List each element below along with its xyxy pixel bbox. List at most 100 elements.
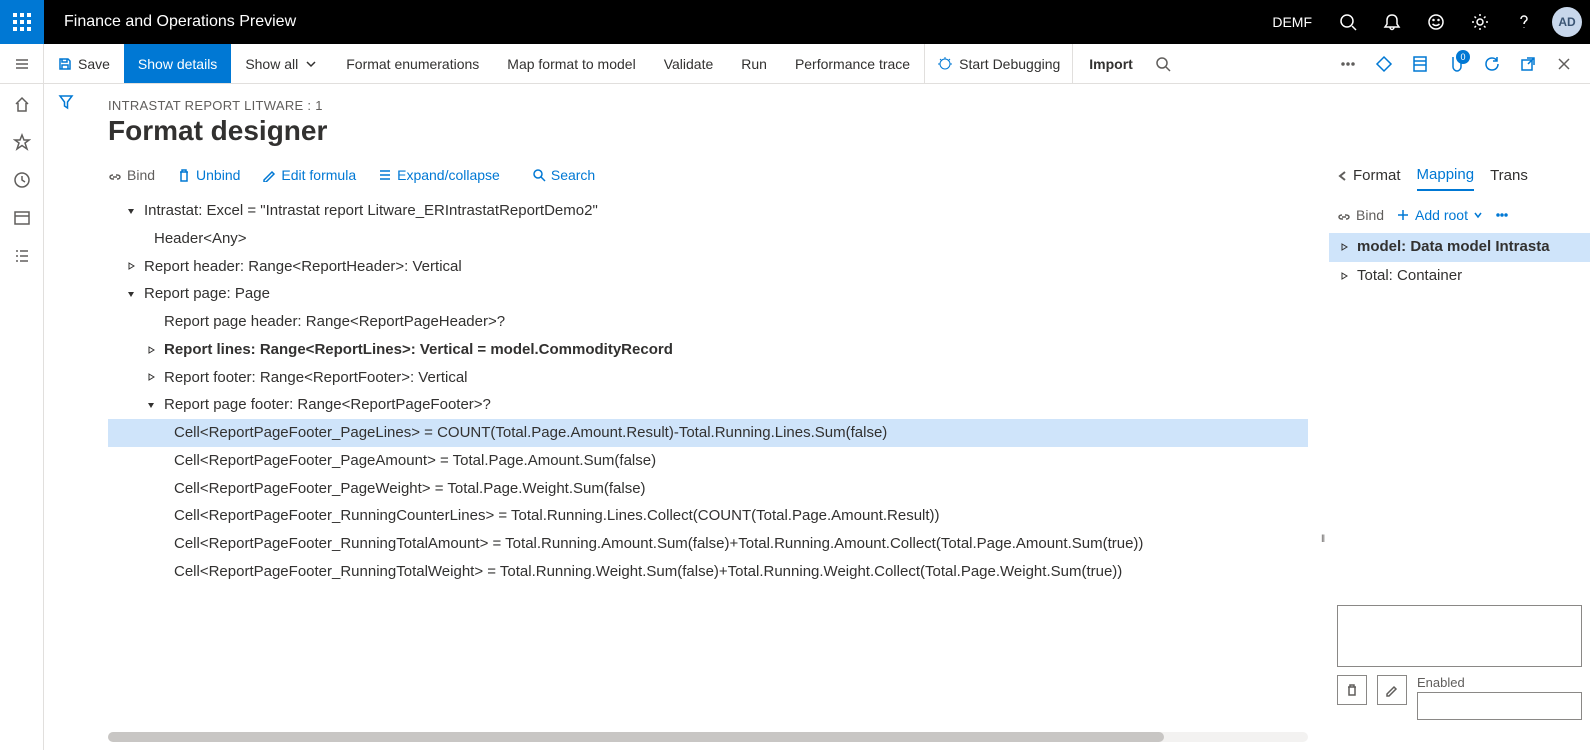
tree-node[interactable]: model: Data model Intrasta (1329, 233, 1590, 262)
run-button[interactable]: Run (727, 44, 781, 83)
list-icon (378, 168, 392, 182)
more-button[interactable] (1332, 44, 1364, 83)
search-command[interactable] (1149, 44, 1177, 83)
command-bar: Save Show details Show all Format enumer… (0, 44, 1590, 84)
user-avatar[interactable]: AD (1552, 7, 1582, 37)
panel-more-button[interactable] (1495, 208, 1509, 222)
resize-handle[interactable]: ‖ (1321, 534, 1326, 554)
formula-input[interactable] (1337, 605, 1582, 667)
caret-right-icon (1339, 242, 1349, 252)
start-debugging-button[interactable]: Start Debugging (924, 44, 1073, 83)
filter-pane-toggle[interactable] (44, 84, 88, 750)
enabled-input[interactable] (1417, 692, 1582, 720)
delete-button[interactable] (1337, 675, 1367, 705)
settings-button[interactable] (1460, 0, 1500, 44)
link-icon (108, 168, 122, 182)
map-format-button[interactable]: Map format to model (493, 44, 649, 83)
tree-node[interactable]: Report footer: Range<ReportFooter>: Vert… (108, 364, 1308, 392)
tree-node[interactable]: Report lines: Range<ReportLines>: Vertic… (108, 336, 1308, 364)
refresh-button[interactable] (1476, 44, 1508, 83)
tree-node[interactable]: Cell<ReportPageFooter_PageWeight> = Tota… (108, 475, 1308, 503)
bell-icon (1383, 13, 1401, 31)
tree-node[interactable]: Report page footer: Range<ReportPageFoot… (108, 391, 1308, 419)
tree-node[interactable]: Cell<ReportPageFooter_RunningTotalWeight… (108, 558, 1308, 586)
office-apps-button[interactable] (1368, 44, 1400, 83)
home-nav[interactable] (12, 94, 32, 114)
tab-mapping[interactable]: Mapping (1417, 166, 1475, 191)
panel-bind-button[interactable]: Bind (1337, 207, 1384, 223)
attachments-button[interactable]: 0 (1440, 44, 1472, 83)
hamburger-icon (14, 56, 30, 72)
save-button[interactable]: Save (44, 44, 124, 83)
show-all-button[interactable]: Show all (231, 44, 332, 83)
top-bar: Finance and Operations Preview DEMF AD (0, 0, 1590, 44)
close-button[interactable] (1548, 44, 1580, 83)
edit-button[interactable] (1377, 675, 1407, 705)
ellipsis-icon (1495, 208, 1509, 222)
link-icon (1337, 208, 1351, 222)
right-panel: Format Mapping Trans Bind Add root (1328, 84, 1590, 750)
left-nav-rail (0, 84, 44, 750)
diamond-icon (1375, 55, 1393, 73)
validate-button[interactable]: Validate (650, 44, 728, 83)
excel-button[interactable] (1404, 44, 1436, 83)
bind-button[interactable]: Bind (108, 167, 155, 183)
tree-node[interactable]: Total: Container (1329, 262, 1590, 291)
tree-node[interactable]: Header<Any> (108, 225, 1308, 253)
caret-down-icon (146, 400, 156, 410)
close-icon (1555, 55, 1573, 73)
excel-icon (1411, 55, 1429, 73)
trash-icon (1345, 683, 1359, 697)
list-icon (13, 247, 31, 265)
format-enumerations-button[interactable]: Format enumerations (332, 44, 493, 83)
tree-node[interactable]: Cell<ReportPageFooter_RunningTotalAmount… (108, 530, 1308, 558)
debug-icon (937, 56, 953, 72)
search-button[interactable] (1328, 0, 1368, 44)
mapping-tree[interactable]: model: Data model Intrasta Total: Contai… (1329, 233, 1590, 290)
waffle-icon (13, 13, 31, 31)
notifications-button[interactable] (1372, 0, 1412, 44)
workspace-nav[interactable] (12, 208, 32, 228)
recent-nav[interactable] (12, 170, 32, 190)
modules-nav[interactable] (12, 246, 32, 266)
import-button[interactable]: Import (1073, 44, 1149, 83)
chevron-down-icon (1473, 210, 1483, 220)
help-button[interactable] (1504, 0, 1544, 44)
add-root-button[interactable]: Add root (1396, 207, 1483, 223)
nav-toggle[interactable] (0, 44, 44, 84)
performance-trace-button[interactable]: Performance trace (781, 44, 924, 83)
tree-node[interactable]: Report page: Page (108, 280, 1308, 308)
show-details-button[interactable]: Show details (124, 44, 231, 83)
filter-icon (58, 94, 74, 110)
edit-formula-button[interactable]: Edit formula (262, 167, 356, 183)
caret-down-icon (126, 289, 136, 299)
search-icon (1154, 55, 1172, 73)
topbar-right: DEMF AD (1260, 0, 1590, 44)
tree-node[interactable]: Cell<ReportPageFooter_PageLines> = COUNT… (108, 419, 1308, 447)
tree-node[interactable]: Report page header: Range<ReportPageHead… (108, 308, 1308, 336)
popout-button[interactable] (1512, 44, 1544, 83)
tab-trans[interactable]: Trans (1490, 167, 1528, 190)
tab-format[interactable]: Format (1337, 167, 1401, 190)
expand-collapse-button[interactable]: Expand/collapse (378, 167, 500, 183)
app-title: Finance and Operations Preview (44, 13, 316, 31)
star-icon (13, 133, 31, 151)
clock-icon (13, 171, 31, 189)
feedback-button[interactable] (1416, 0, 1456, 44)
tree-node[interactable]: Cell<ReportPageFooter_RunningCounterLine… (108, 502, 1308, 530)
tree-node[interactable]: Cell<ReportPageFooter_PageAmount> = Tota… (108, 447, 1308, 475)
unbind-button[interactable]: Unbind (177, 167, 240, 183)
tree-node[interactable]: Report header: Range<ReportHeader>: Vert… (108, 253, 1308, 281)
pencil-icon (262, 168, 276, 182)
format-tree[interactable]: Intrastat: Excel = "Intrastat report Lit… (108, 197, 1308, 728)
plus-icon (1396, 208, 1410, 222)
enabled-label: Enabled (1417, 675, 1582, 690)
tree-node[interactable]: Intrastat: Excel = "Intrastat report Lit… (108, 197, 1308, 225)
company-code[interactable]: DEMF (1260, 0, 1324, 44)
app-launcher[interactable] (0, 0, 44, 44)
tree-search-button[interactable]: Search (532, 167, 595, 183)
favorites-nav[interactable] (12, 132, 32, 152)
horizontal-scrollbar[interactable] (108, 732, 1308, 742)
trash-icon (177, 168, 191, 182)
caret-down-icon (126, 206, 136, 216)
